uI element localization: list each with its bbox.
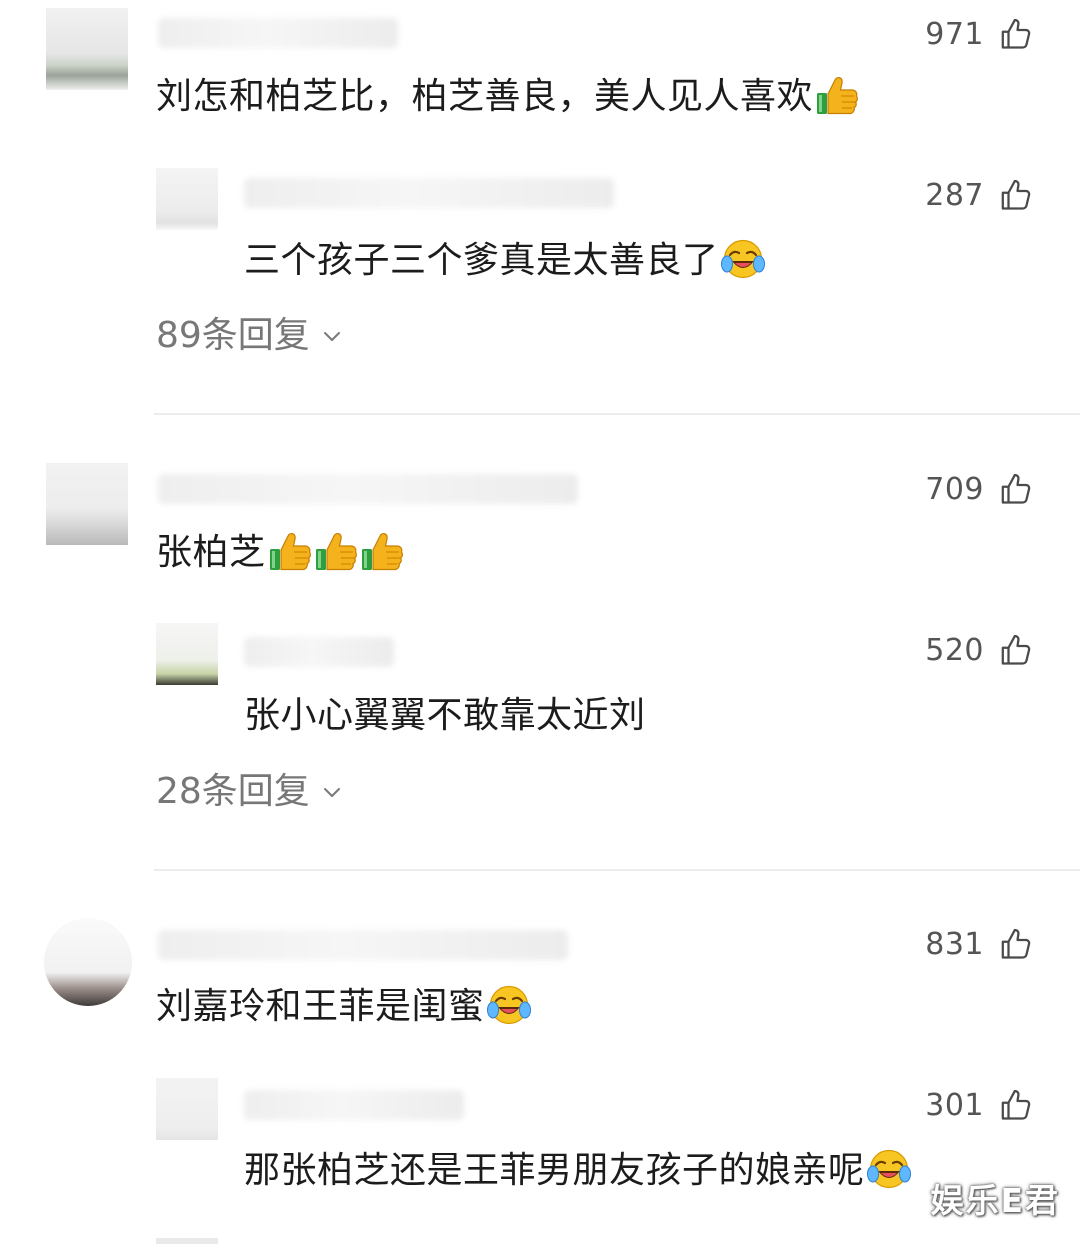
thumbs-up-outline-icon[interactable] [998,926,1034,962]
chevron-down-icon [320,780,344,804]
like-control[interactable]: 709 [925,469,1034,509]
comment-text-content: 刘怎和柏芝比，柏芝善良，美人见人喜欢 [156,76,814,117]
username-blurred[interactable] [158,474,578,504]
view-replies-button[interactable]: 28条回复 [156,770,344,814]
avatar[interactable] [46,463,128,545]
like-count: 971 [925,16,984,52]
thumbs-up-emoji-icon [815,74,859,116]
thumbs-up-outline-icon[interactable] [998,177,1034,213]
view-replies-button[interactable]: 89条回复 [156,314,344,358]
thumbs-up-outline-icon[interactable] [998,471,1034,507]
reply-text: 那张柏芝还是王菲男朋友孩子的娘亲呢 [244,1148,911,1193]
watermark: 娱乐E君 [930,1181,1060,1220]
reply-username-blurred[interactable] [244,178,614,208]
comment-text: 刘怎和柏芝比，柏芝善良，美人见人喜欢 [156,74,859,119]
comment-text-content: 刘嘉玲和王菲是闺蜜 [156,986,485,1027]
like-count: 709 [925,471,984,507]
thumbs-up-outline-icon[interactable] [998,632,1034,668]
username-blurred[interactable] [158,18,398,48]
reply-like-control[interactable]: 287 [925,175,1034,215]
reply-text-content: 三个孩子三个爹真是太善良了 [244,240,719,281]
reply-username-blurred[interactable] [244,637,394,667]
reply-like-count: 301 [925,1087,984,1123]
avatar[interactable] [44,918,132,1006]
next-reply-avatar-partial [156,1238,218,1244]
replies-label: 28条回复 [156,771,310,812]
reply-text-content: 那张柏芝还是王菲男朋友孩子的娘亲呢 [244,1150,865,1191]
reply-text-content: 张小心翼翼不敢靠太近刘 [244,695,646,736]
reply-username-blurred[interactable] [244,1090,464,1120]
reply-avatar[interactable] [156,623,218,685]
thumbs-up-outline-icon[interactable] [998,16,1034,52]
chevron-down-icon [320,324,344,348]
thumbs-up-emoji-icon [360,530,404,572]
laughing-crying-emoji-icon [867,1148,911,1190]
laughing-crying-emoji-icon [487,984,531,1026]
avatar[interactable] [46,8,128,90]
comment-text: 张柏芝 [156,530,404,575]
comment-text-content: 张柏芝 [156,532,266,573]
reply-avatar[interactable] [156,1078,218,1140]
reply-like-count: 520 [925,632,984,668]
reply-text: 三个孩子三个爹真是太善良了 [244,238,765,283]
like-control[interactable]: 831 [925,924,1034,964]
divider [154,869,1080,871]
comment-text: 刘嘉玲和王菲是闺蜜 [156,984,531,1029]
reply-like-count: 287 [925,177,984,213]
like-count: 831 [925,926,984,962]
username-blurred[interactable] [158,930,568,960]
thumbs-up-outline-icon[interactable] [998,1087,1034,1123]
like-control[interactable]: 971 [925,14,1034,54]
reply-avatar[interactable] [156,168,218,230]
divider [154,413,1080,415]
laughing-crying-emoji-icon [721,238,765,280]
thumbs-up-emoji-icon [314,530,358,572]
reply-text: 张小心翼翼不敢靠太近刘 [244,694,646,738]
reply-like-control[interactable]: 301 [925,1085,1034,1125]
replies-label: 89条回复 [156,315,310,356]
thumbs-up-emoji-icon [268,530,312,572]
reply-like-control[interactable]: 520 [925,630,1034,670]
